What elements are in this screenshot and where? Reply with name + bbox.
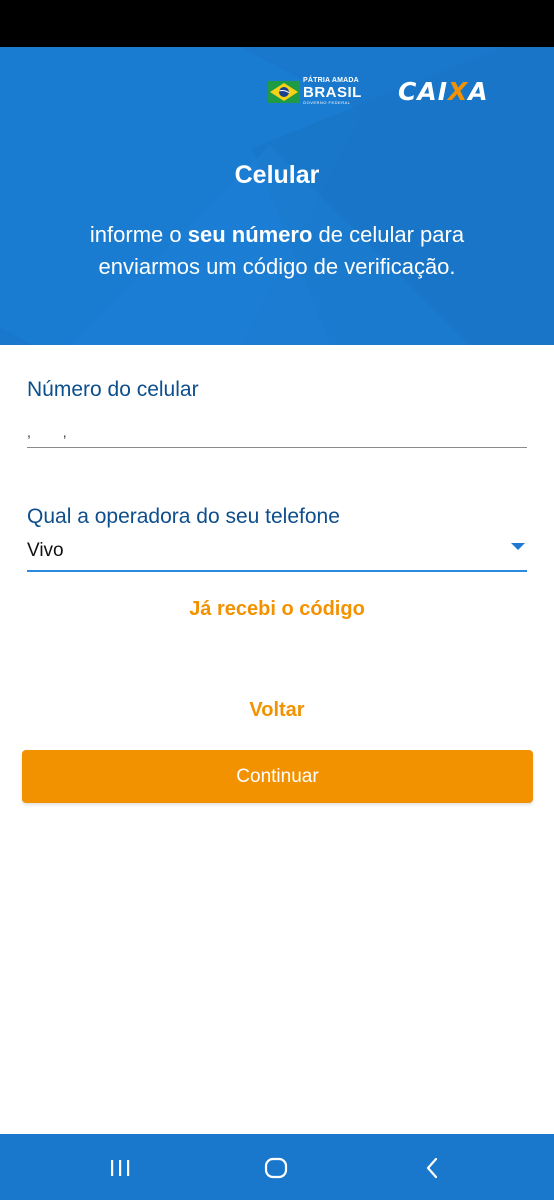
home-icon xyxy=(264,1157,288,1179)
gov-slogan: PÁTRIA AMADA xyxy=(303,77,359,84)
caixa-logo-x: X xyxy=(448,77,469,106)
caixa-logo-part: CAI xyxy=(398,77,448,106)
phone-input-value: , , xyxy=(27,424,81,440)
brazil-flag-icon xyxy=(268,81,300,103)
caixa-logo: CAIXA xyxy=(398,77,489,106)
nav-back-button[interactable] xyxy=(392,1134,472,1200)
continue-button[interactable]: Continuar xyxy=(22,750,533,803)
governo-federal-logo: PÁTRIA AMADA BRASIL GOVERNO FEDERAL xyxy=(268,77,364,105)
operator-label: Qual a operadora do seu telefone xyxy=(27,505,340,528)
caixa-logo-part: A xyxy=(468,77,489,106)
nav-home-button[interactable] xyxy=(236,1134,316,1200)
back-icon xyxy=(426,1157,438,1179)
page-subtitle: informe o seu número de celular para env… xyxy=(40,219,514,283)
back-link[interactable]: Voltar xyxy=(0,699,554,722)
phone-input[interactable] xyxy=(27,418,527,448)
subtitle-emphasis: seu número xyxy=(187,222,313,247)
gov-country: BRASIL xyxy=(303,84,362,101)
gov-caption: GOVERNO FEDERAL xyxy=(303,100,351,105)
page-title: Celular xyxy=(234,161,320,189)
status-bar xyxy=(0,0,554,47)
operator-selected-value: Vivo xyxy=(27,540,64,561)
system-navigation-bar xyxy=(0,1134,554,1200)
caret-down-icon xyxy=(511,543,525,550)
subtitle-text: informe o xyxy=(89,222,188,247)
nav-recent-button[interactable] xyxy=(80,1134,160,1200)
already-received-code-link[interactable]: Já recebi o código xyxy=(0,598,554,621)
operator-select[interactable]: Vivo xyxy=(27,536,527,572)
phone-label: Número do celular xyxy=(27,378,199,401)
header-banner: PÁTRIA AMADA BRASIL GOVERNO FEDERAL CAIX… xyxy=(0,47,554,345)
recent-apps-icon xyxy=(111,1160,130,1176)
